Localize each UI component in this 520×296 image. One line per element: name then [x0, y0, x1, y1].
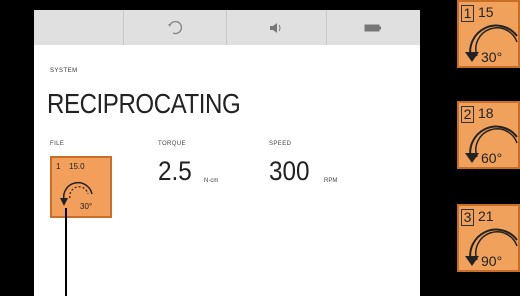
status-bar [34, 10, 420, 45]
tile-angle: 60° [481, 150, 503, 166]
tile-number: 1 [461, 5, 474, 22]
tile-code: 15 [478, 4, 494, 20]
speed-value[interactable]: 300 [269, 156, 310, 187]
file-angle: 30° [80, 202, 93, 211]
torque-label: TORQUE [158, 141, 186, 147]
speaker-icon [270, 22, 281, 33]
pointer-line [65, 208, 67, 296]
file-label: FILE [50, 141, 65, 147]
sound-status[interactable] [225, 10, 326, 45]
tile-number: 3 [461, 209, 474, 226]
rotation-icon [167, 20, 183, 34]
tile-angle: 30° [481, 49, 503, 65]
mode-title[interactable]: RECIPROCATING [47, 88, 241, 120]
tile-number: 2 [461, 106, 474, 123]
tile-code: 21 [478, 208, 494, 224]
system-label: SYSTEM [50, 68, 78, 74]
status-spacer [34, 10, 123, 45]
device-screen: SYSTEM RECIPROCATING FILE TORQUE SPEED 1… [34, 10, 420, 296]
file-button[interactable]: 1 15.0 30° [50, 156, 112, 218]
torque-unit: N·cm [204, 178, 219, 184]
file-tile-1[interactable]: 1 15 30° [457, 0, 520, 68]
torque-value[interactable]: 2.5 [158, 156, 192, 187]
tile-code: 18 [478, 105, 494, 121]
rotation-status[interactable] [123, 10, 225, 45]
file-tile-2[interactable]: 2 18 60° [457, 101, 520, 169]
battery-icon [364, 24, 382, 31]
tile-angle: 90° [481, 253, 503, 269]
speed-unit: RPM [324, 178, 338, 184]
file-tile-3[interactable]: 3 21 90° [457, 204, 520, 272]
file-number: 1 [56, 162, 61, 171]
battery-status[interactable] [325, 10, 420, 45]
file-code: 15.0 [69, 162, 85, 171]
speed-label: SPEED [269, 141, 292, 147]
